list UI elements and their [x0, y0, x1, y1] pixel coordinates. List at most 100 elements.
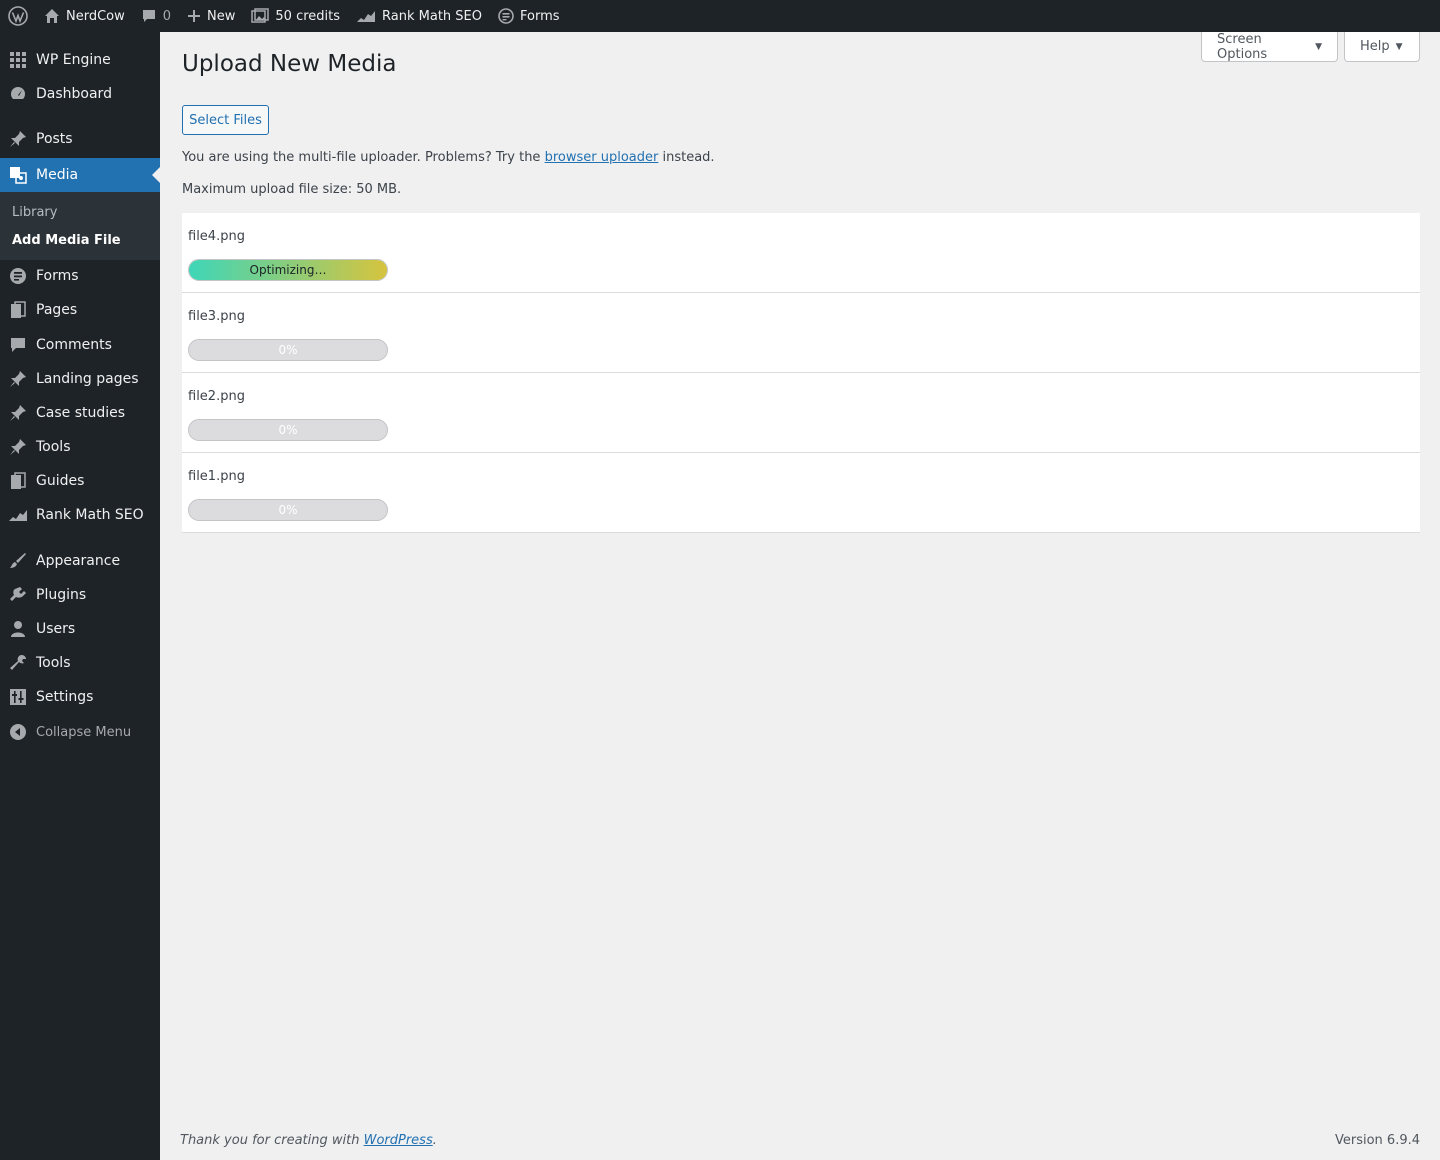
- media-filename: file4.png: [188, 229, 245, 244]
- chart-icon: [0, 507, 36, 523]
- media-item: file4.png Optimizing…: [182, 213, 1420, 293]
- submenu-item-add-media-file[interactable]: Add Media File: [12, 233, 121, 248]
- rankmath-link[interactable]: Rank Math SEO: [348, 0, 490, 32]
- progress-status: 0%: [278, 343, 298, 357]
- caret-down-icon: ▼: [1315, 41, 1322, 52]
- images-icon: [251, 8, 270, 23]
- page-title: Upload New Media: [182, 51, 397, 77]
- collapse-arrow-icon: [0, 723, 36, 741]
- sidebar-item-label: Landing pages: [36, 371, 139, 387]
- wrench-icon: [0, 654, 36, 672]
- browser-uploader-link[interactable]: browser uploader: [545, 150, 659, 165]
- footer-thanks-text: Thank you for creating with: [180, 1133, 360, 1148]
- brush-icon: [0, 552, 36, 570]
- sidebar-item-guides[interactable]: Guides: [0, 464, 160, 498]
- pin-icon: [0, 438, 36, 456]
- sidebar-item-appearance[interactable]: Appearance: [0, 544, 160, 578]
- sidebar-item-forms[interactable]: Forms: [0, 259, 160, 293]
- submenu-item-library[interactable]: Library: [12, 205, 57, 220]
- sidebar-item-tools-cpt[interactable]: Tools: [0, 430, 160, 464]
- sidebar-item-rank-math-seo[interactable]: Rank Math SEO: [0, 498, 160, 532]
- sidebar-item-label: Pages: [36, 302, 78, 318]
- credits-label: 50 credits: [275, 8, 341, 24]
- upload-progress-bar: Optimizing…: [188, 259, 388, 281]
- wordpress-logo-icon[interactable]: [0, 0, 36, 32]
- footer-thanks: Thank you for creating with WordPress.: [180, 1133, 437, 1148]
- home-icon: [45, 9, 59, 23]
- admin-sidebar: WP Engine Dashboard Posts Media Library …: [0, 32, 160, 1160]
- screen-options-button[interactable]: Screen Options ▼: [1201, 32, 1338, 62]
- footer-version: Version 6.9.4: [1334, 1133, 1420, 1148]
- sidebar-item-label: Guides: [36, 473, 85, 489]
- site-name-link[interactable]: NerdCow: [36, 0, 133, 32]
- sidebar-item-plugins[interactable]: Plugins: [0, 578, 160, 612]
- pin-icon: [0, 130, 36, 148]
- wordpress-link[interactable]: WordPress: [364, 1133, 433, 1148]
- sidebar-item-label: Rank Math SEO: [36, 507, 144, 523]
- upload-progress-bar: 0%: [188, 499, 388, 521]
- sidebar-item-case-studies[interactable]: Case studies: [0, 396, 160, 430]
- sidebar-item-dashboard[interactable]: Dashboard: [0, 77, 160, 111]
- screen-options-label: Screen Options: [1217, 31, 1268, 62]
- media-filename: file3.png: [188, 309, 245, 324]
- sidebar-item-media[interactable]: Media: [0, 158, 160, 192]
- media-filename: file2.png: [188, 389, 245, 404]
- book-icon: [0, 472, 36, 490]
- media-filename: file1.png: [188, 469, 245, 484]
- forms-label: Forms: [520, 8, 560, 24]
- sidebar-item-comments[interactable]: Comments: [0, 328, 160, 362]
- media-upload-list: file4.png Optimizing… file3.png 0% file2…: [182, 213, 1420, 533]
- sidebar-item-label: Comments: [36, 337, 112, 353]
- uploader-text-after: instead.: [662, 150, 715, 165]
- sidebar-item-label: WP Engine: [36, 52, 111, 68]
- user-icon: [0, 620, 36, 638]
- sidebar-item-tools[interactable]: Tools: [0, 646, 160, 680]
- help-label: Help: [1360, 39, 1390, 54]
- forms-icon: [0, 267, 36, 285]
- uploader-text-before: You are using the multi-file uploader. P…: [182, 150, 541, 165]
- sidebar-item-label: Users: [36, 621, 76, 637]
- media-item: file1.png 0%: [182, 453, 1420, 533]
- upload-progress-bar: 0%: [188, 339, 388, 361]
- sidebar-item-posts[interactable]: Posts: [0, 122, 160, 156]
- upload-progress-bar: 0%: [188, 419, 388, 441]
- sidebar-item-wp-engine[interactable]: WP Engine: [0, 43, 160, 77]
- media-item: file3.png 0%: [182, 293, 1420, 373]
- site-name: NerdCow: [66, 8, 125, 24]
- sidebar-item-landing-pages[interactable]: Landing pages: [0, 362, 160, 396]
- pages-icon: [0, 301, 36, 319]
- sidebar-item-label: Posts: [36, 131, 73, 147]
- credits-link[interactable]: 50 credits: [243, 0, 348, 32]
- comment-icon: [142, 10, 155, 22]
- grid-icon: [0, 51, 36, 69]
- sidebar-item-settings[interactable]: Settings: [0, 680, 160, 714]
- collapse-menu-button[interactable]: Collapse Menu: [0, 715, 160, 749]
- progress-status: Optimizing…: [249, 263, 327, 277]
- comments-link[interactable]: 0: [133, 0, 179, 32]
- help-button[interactable]: Help ▼: [1344, 32, 1420, 62]
- max-upload-size: Maximum upload file size: 50 MB.: [182, 182, 402, 197]
- sidebar-item-label: Dashboard: [36, 86, 112, 102]
- sidebar-item-users[interactable]: Users: [0, 612, 160, 646]
- sidebar-item-label: Forms: [36, 268, 79, 284]
- rankmath-icon: [357, 11, 376, 22]
- admin-bar: NerdCow 0 New 50 credits Rank Math SEO F…: [0, 0, 1440, 32]
- new-content-link[interactable]: New: [179, 0, 243, 32]
- sidebar-item-label: Tools: [36, 439, 71, 455]
- comment-icon: [0, 336, 36, 354]
- sidebar-item-pages[interactable]: Pages: [0, 293, 160, 327]
- plus-icon: [188, 10, 201, 22]
- sidebar-item-label: Plugins: [36, 587, 87, 603]
- uploader-notice: You are using the multi-file uploader. P…: [182, 150, 715, 165]
- select-files-button[interactable]: Select Files: [182, 105, 269, 135]
- main-content: Screen Options ▼ Help ▼ Upload New Media…: [160, 32, 1440, 1160]
- new-label: New: [207, 8, 236, 24]
- footer-thanks-period: .: [432, 1133, 437, 1148]
- rankmath-label: Rank Math SEO: [382, 8, 482, 24]
- sidebar-item-label: Settings: [36, 689, 94, 705]
- forms-link[interactable]: Forms: [490, 0, 568, 32]
- sidebar-item-label: Media: [36, 167, 79, 183]
- comments-count: 0: [162, 8, 172, 24]
- dashboard-icon: [0, 85, 36, 103]
- caret-down-icon: ▼: [1395, 41, 1403, 52]
